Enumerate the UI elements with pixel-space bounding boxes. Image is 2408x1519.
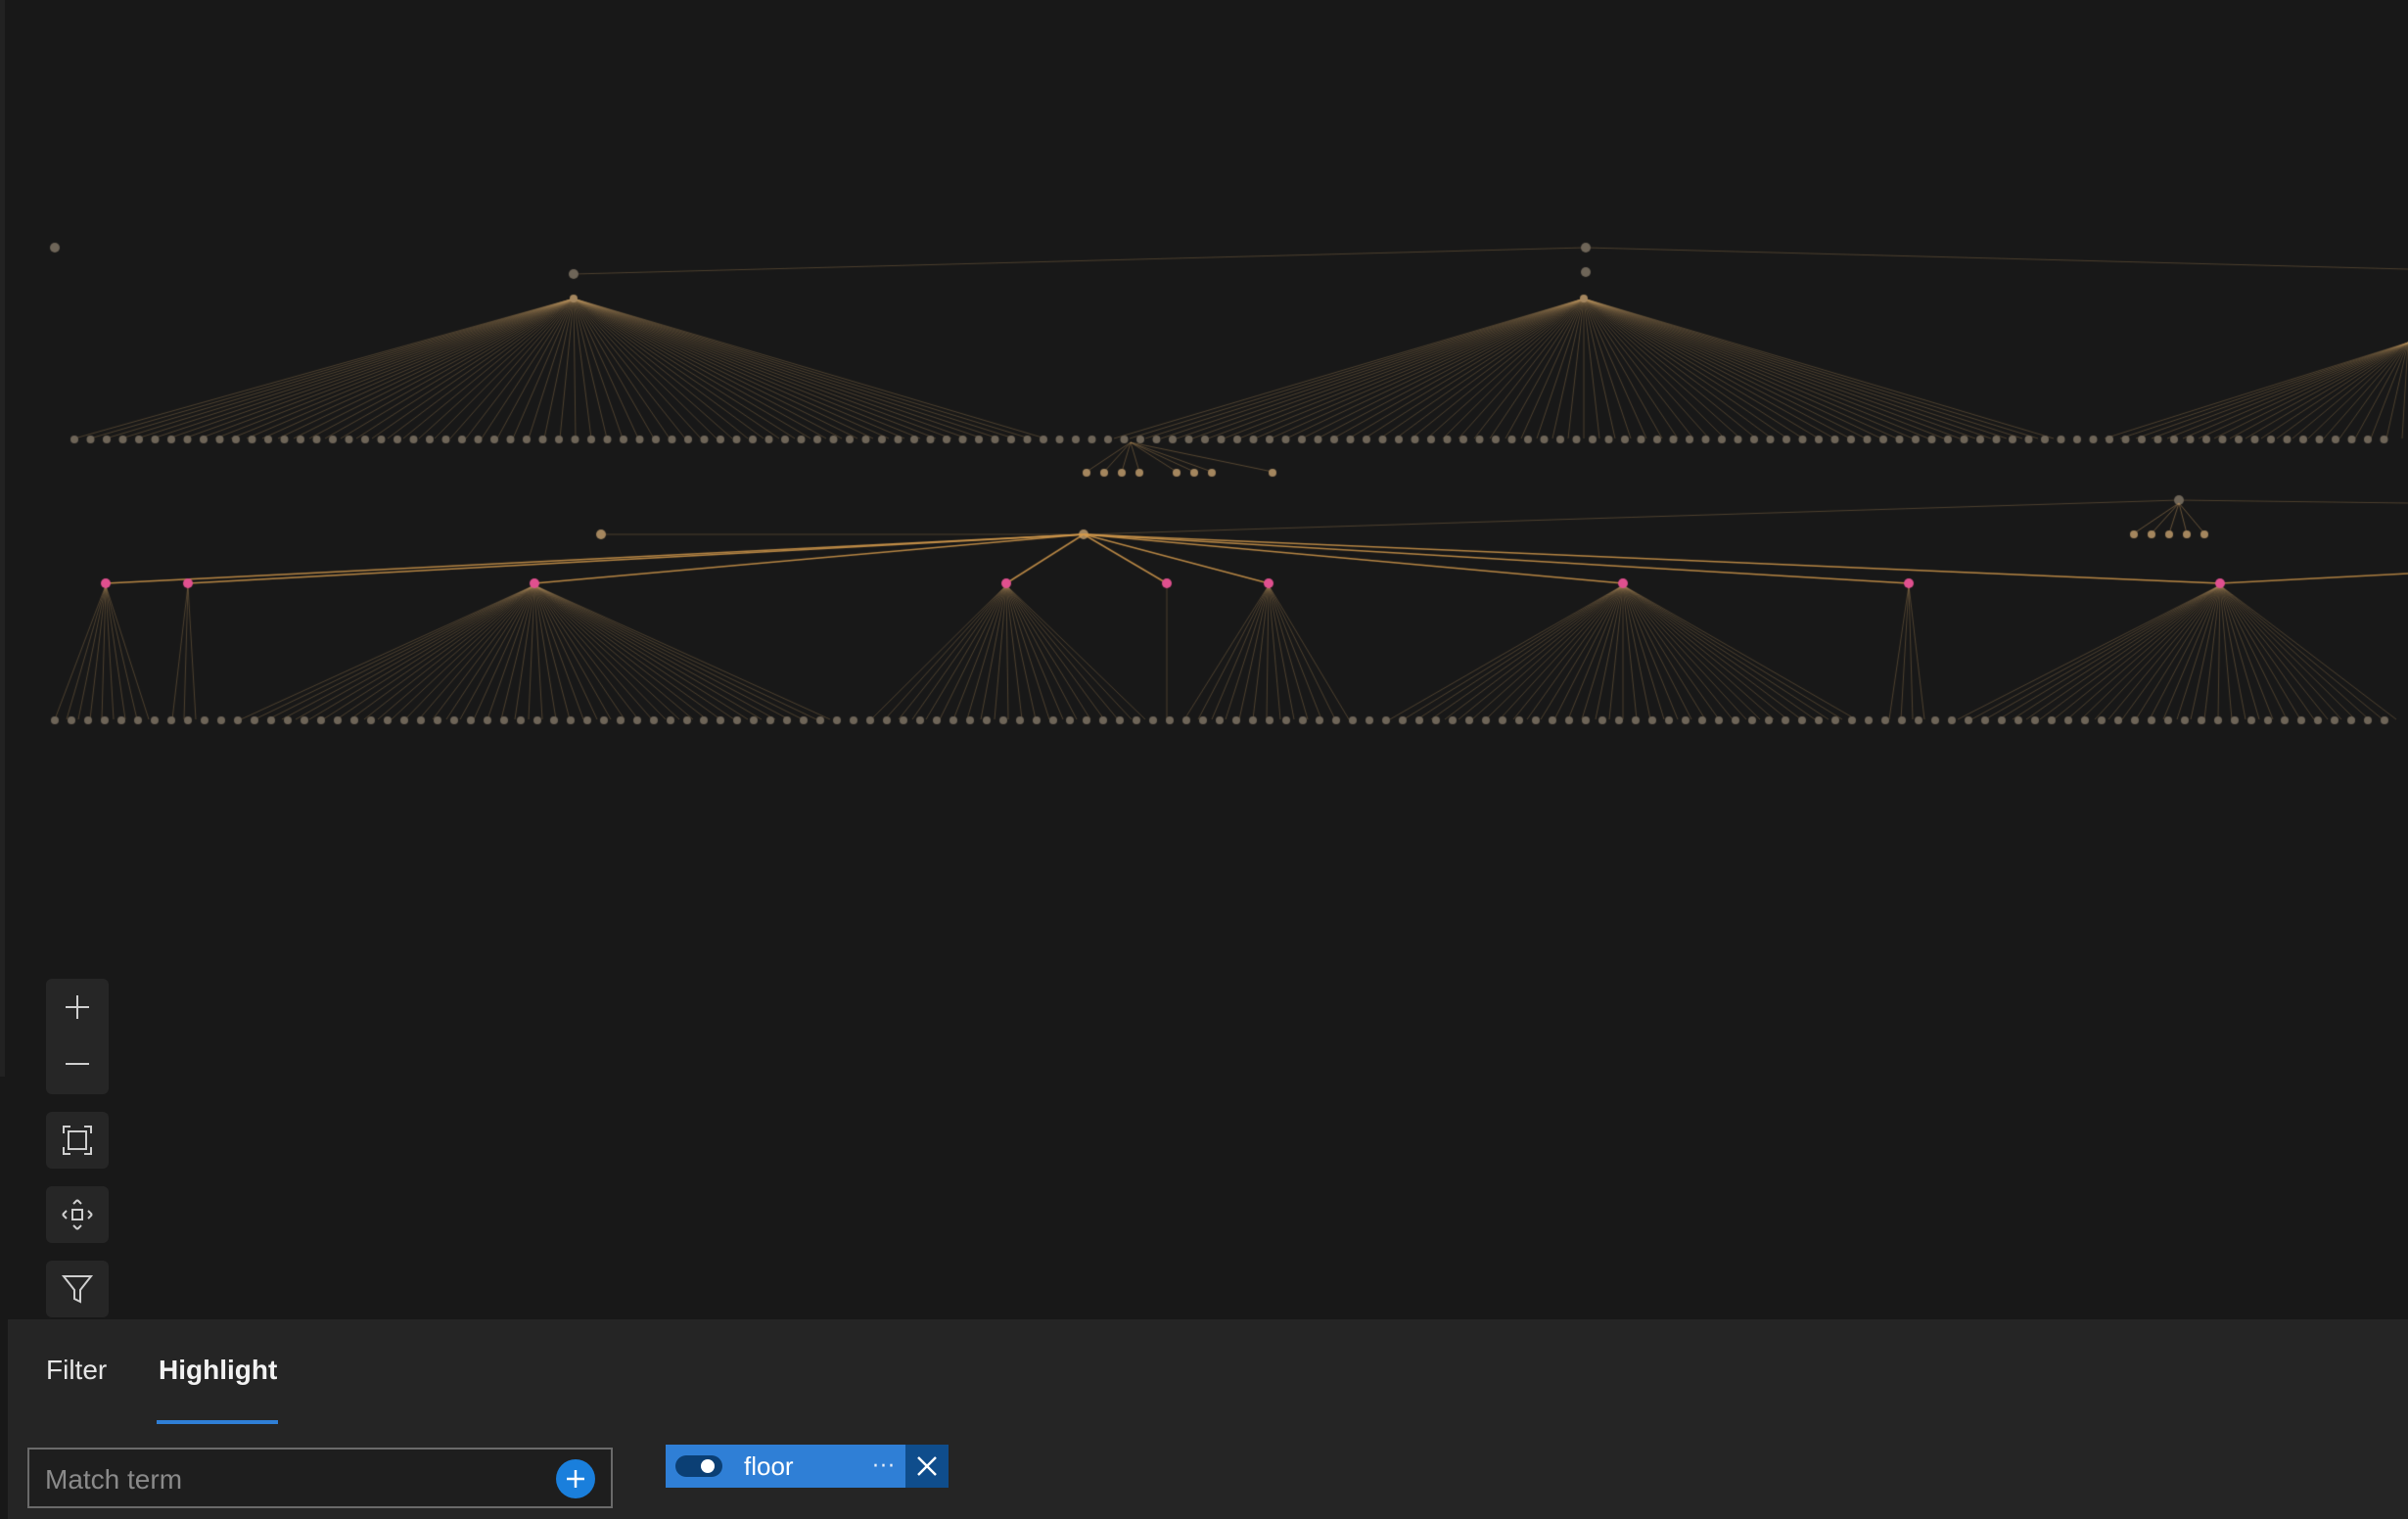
- active-tab-indicator: [157, 1420, 278, 1424]
- filter-control: [46, 1261, 109, 1317]
- graph-canvas[interactable]: [0, 0, 2408, 1319]
- filter-funnel-icon: [61, 1275, 94, 1304]
- plus-icon: [66, 995, 89, 1019]
- zoom-controls: [46, 979, 109, 1094]
- chip-remove-button[interactable]: [905, 1445, 949, 1488]
- plus-circle-icon: [567, 1470, 584, 1488]
- chip-more-button[interactable]: ···: [872, 1454, 896, 1479]
- chip-toggle-switch[interactable]: [675, 1455, 722, 1477]
- match-term-box: [27, 1448, 613, 1508]
- fit-screen-icon: [63, 1126, 92, 1155]
- highlight-chip: floor ···: [666, 1445, 949, 1488]
- center-move-icon: [62, 1199, 93, 1230]
- center-control: [46, 1186, 109, 1243]
- chip-label: floor: [744, 1450, 794, 1481]
- tab-filter[interactable]: Filter: [46, 1355, 107, 1386]
- fit-control: [46, 1112, 109, 1169]
- left-edge: [0, 0, 5, 1077]
- match-term-input[interactable]: [43, 1459, 556, 1500]
- toggle-knob: [701, 1459, 715, 1473]
- minus-icon: [66, 1063, 89, 1065]
- add-term-button[interactable]: [556, 1459, 595, 1498]
- zoom-in-button[interactable]: [46, 979, 109, 1036]
- zoom-out-button[interactable]: [46, 1036, 109, 1092]
- fit-to-screen-button[interactable]: [46, 1112, 109, 1169]
- tab-highlight[interactable]: Highlight: [159, 1355, 277, 1386]
- filter-toggle-button[interactable]: [46, 1261, 109, 1317]
- center-button[interactable]: [46, 1186, 109, 1243]
- close-icon: [917, 1456, 937, 1476]
